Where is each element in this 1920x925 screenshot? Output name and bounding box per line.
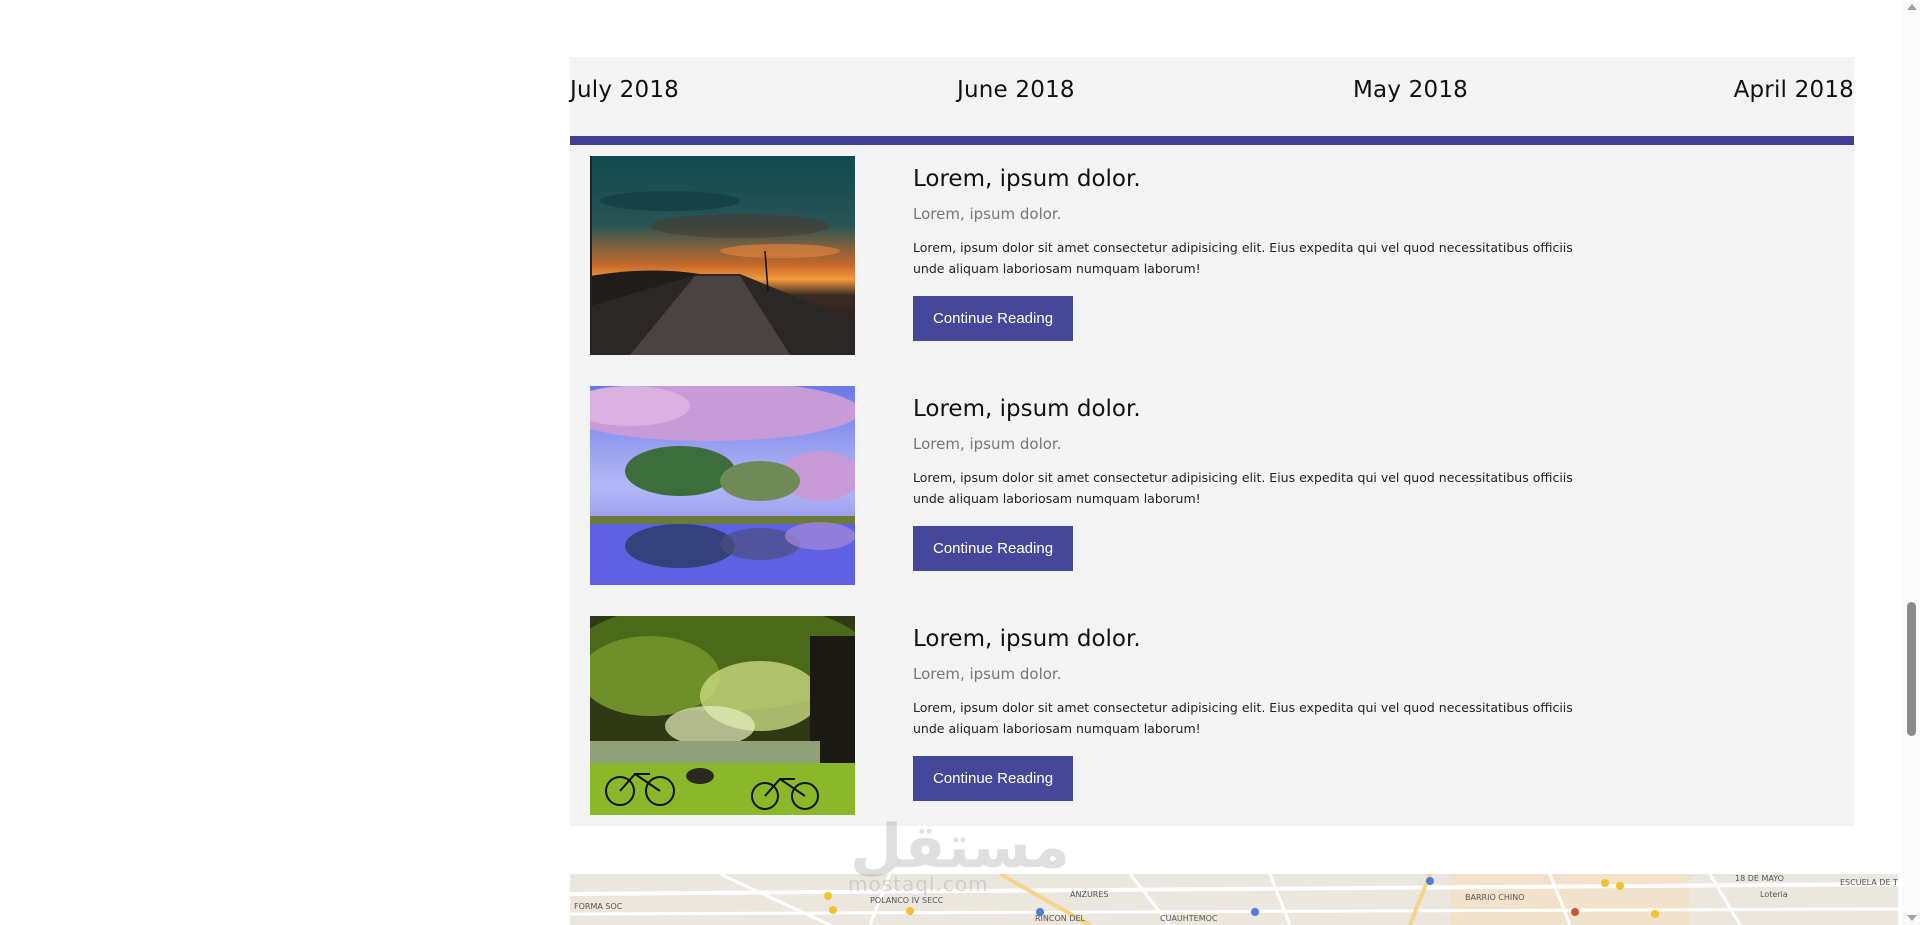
post-subtitle: Lorem, ipsum dolor. <box>913 205 1062 223</box>
post-image-sunset-road <box>590 156 855 355</box>
watermark-text: mostaql.com <box>848 872 989 896</box>
blossom-lake-illustration <box>590 386 855 585</box>
map-embed[interactable]: FORMA SOC POLANCO IV SECC ANZURES RINCON… <box>570 874 1898 925</box>
map-label: BARRIO CHINO <box>1465 893 1525 902</box>
scroll-down-icon[interactable] <box>1907 915 1917 921</box>
map-label: ESCUELA DE TIRO <box>1840 878 1898 887</box>
post-card: Lorem, ipsum dolor. Lorem, ipsum dolor. … <box>590 616 1690 816</box>
timeline-marker <box>590 156 592 355</box>
post-excerpt: Lorem, ipsum dolor sit amet consectetur … <box>913 700 1573 736</box>
map-label: 18 DE MAYO <box>1735 874 1784 883</box>
page-scrollbar[interactable] <box>1903 0 1920 925</box>
scroll-up-icon[interactable] <box>1907 4 1917 10</box>
post-subtitle: Lorem, ipsum dolor. <box>913 435 1062 453</box>
post-excerpt: Lorem, ipsum dolor sit amet consectetur … <box>913 470 1573 506</box>
post-card: Lorem, ipsum dolor. Lorem, ipsum dolor. … <box>590 386 1690 586</box>
sunset-road-illustration <box>590 156 855 355</box>
map-label: RINCON DEL <box>1035 914 1085 923</box>
park-bicycles-illustration <box>590 616 855 815</box>
post-title: Lorem, ipsum dolor. <box>913 396 1141 422</box>
map-roads <box>570 874 1898 925</box>
scroll-thumb[interactable] <box>1907 602 1916 736</box>
month-april-2018[interactable]: April 2018 <box>1734 77 1854 103</box>
post-card: Lorem, ipsum dolor. Lorem, ipsum dolor. … <box>590 156 1690 356</box>
continue-reading-button[interactable]: Continue Reading <box>913 526 1073 571</box>
post-title: Lorem, ipsum dolor. <box>913 626 1141 652</box>
timeline-section: July 2018 June 2018 May 2018 April 2018 <box>570 57 1854 826</box>
month-july-2018[interactable]: July 2018 <box>570 77 679 103</box>
post-title: Lorem, ipsum dolor. <box>913 166 1141 192</box>
post-subtitle: Lorem, ipsum dolor. <box>913 665 1062 683</box>
post-excerpt: Lorem, ipsum dolor sit amet consectetur … <box>913 240 1573 276</box>
continue-reading-button[interactable]: Continue Reading <box>913 296 1073 341</box>
post-image-park-bicycles <box>590 616 855 815</box>
post-image-blossom-lake <box>590 386 855 585</box>
continue-reading-button[interactable]: Continue Reading <box>913 756 1073 801</box>
map-label: POLANCO IV SECC <box>870 896 944 905</box>
map-label: CUAUHTEMOC <box>1160 914 1218 923</box>
timeline-bar <box>570 136 1854 145</box>
map-label: FORMA SOC <box>574 902 623 911</box>
month-june-2018[interactable]: June 2018 <box>957 77 1075 103</box>
map-label: Loteria <box>1760 890 1788 899</box>
month-may-2018[interactable]: May 2018 <box>1353 77 1468 103</box>
map-label: ANZURES <box>1070 890 1109 899</box>
timeline-months: July 2018 June 2018 May 2018 April 2018 <box>570 57 1854 136</box>
